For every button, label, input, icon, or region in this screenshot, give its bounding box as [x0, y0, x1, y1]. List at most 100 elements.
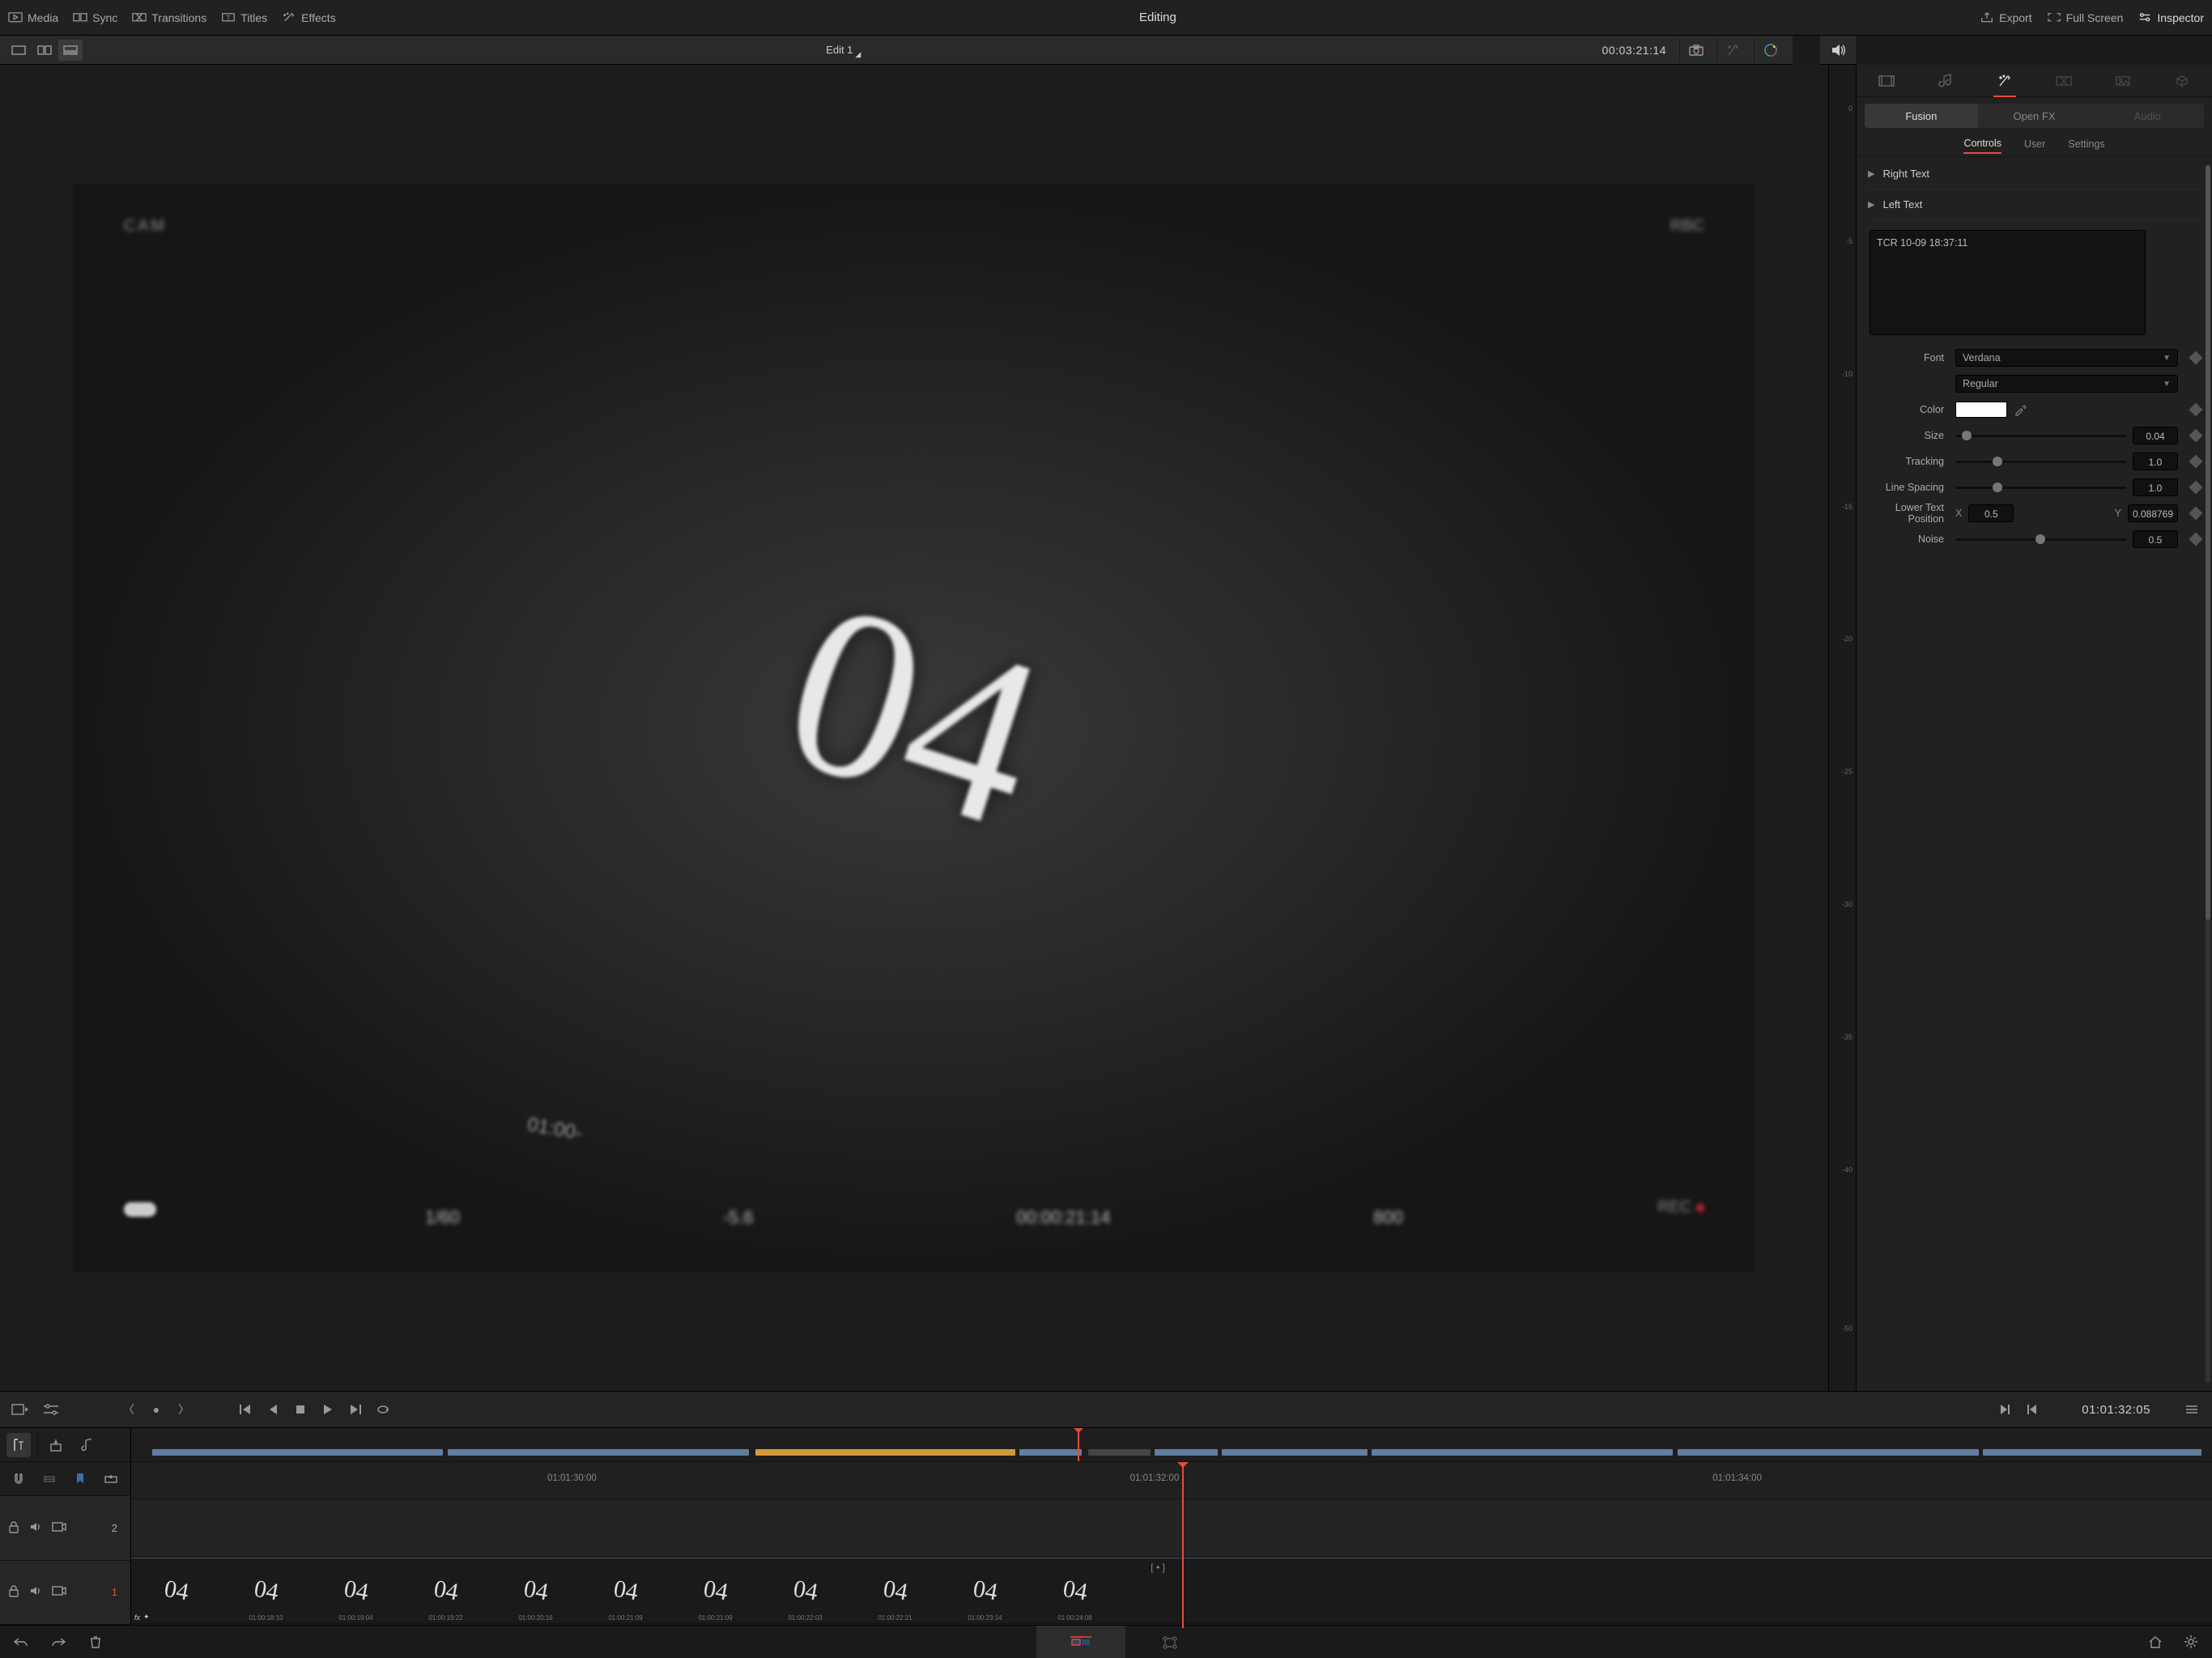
timeline-ruler[interactable]: 01:01:30:00 01:01:32:00 01:01:34:00	[131, 1462, 2212, 1499]
mute-button[interactable]	[1820, 36, 1856, 65]
lock-icon[interactable]	[8, 1584, 19, 1600]
snap-button[interactable]	[6, 1467, 31, 1491]
clip-thumbnail[interactable]: 0401:00:18:10	[221, 1558, 311, 1623]
linespacing-value[interactable]: 1.0	[2133, 478, 2178, 496]
tracking-value[interactable]: 1.0	[2133, 453, 2178, 470]
tracking-slider[interactable]	[1955, 461, 2126, 463]
viewer-panel[interactable]: CAM RBC 04 01:00- . 1/60 -5.6 00:00:21:1…	[0, 65, 1828, 1391]
keyframe-diamond-icon[interactable]	[2189, 351, 2203, 365]
subtab-settings[interactable]: Settings	[2068, 138, 2104, 153]
first-frame-button[interactable]	[233, 1398, 257, 1421]
tab-3d-icon[interactable]	[2164, 70, 2200, 92]
track-v1-header[interactable]: 1	[0, 1561, 130, 1626]
tab-effects-icon[interactable]	[1987, 70, 2023, 92]
eyedropper-icon[interactable]	[2014, 403, 2027, 416]
next-marker-button[interactable]: 〉	[172, 1398, 196, 1421]
clip-thumbnail[interactable]: 0401:00:19:04	[311, 1558, 401, 1623]
keyframe-diamond-icon[interactable]	[2189, 481, 2203, 495]
marker-tool-button[interactable]	[68, 1467, 92, 1491]
clip-thumbnail[interactable]: 0401:00:19:22	[401, 1558, 491, 1623]
noise-value[interactable]: 0.5	[2133, 530, 2178, 548]
step-back-button[interactable]	[261, 1398, 285, 1421]
effects-button[interactable]: Effects	[282, 11, 336, 24]
tab-fusion[interactable]: Fusion	[1865, 104, 1978, 128]
clip-thumbnail[interactable]: 0401:00:21:09	[670, 1558, 760, 1623]
text-input[interactable]	[1870, 230, 2146, 335]
snapshot-button[interactable]	[1679, 38, 1712, 62]
clip-thumbnail[interactable]: 0401:00:23:14	[940, 1558, 1030, 1623]
transport-menu-button[interactable]	[2180, 1398, 2204, 1421]
keyframe-diamond-icon[interactable]	[2189, 533, 2203, 546]
prev-marker-button[interactable]: 〈	[117, 1398, 141, 1421]
font-style-dropdown[interactable]: Regular▼	[1955, 375, 2178, 393]
size-slider[interactable]	[1955, 435, 2126, 437]
lowerpos-y-value[interactable]: 0.088769	[2128, 504, 2178, 522]
inspector-button[interactable]: Inspector	[2138, 11, 2204, 24]
subtab-controls[interactable]: Controls	[1963, 138, 2001, 154]
play-button[interactable]	[316, 1398, 340, 1421]
view-mode-2-button[interactable]	[32, 40, 57, 61]
subtab-user[interactable]: User	[2024, 138, 2045, 153]
tab-openfx[interactable]: Open FX	[1978, 104, 2091, 128]
keyframe-diamond-icon[interactable]	[2189, 429, 2203, 443]
tab-transition-icon[interactable]	[2046, 70, 2082, 92]
clip-thumbnail[interactable]: 0401:00:21:09	[581, 1558, 670, 1623]
font-dropdown[interactable]: Verdana▼	[1955, 349, 2178, 367]
track-v1[interactable]: 04fx✦0401:00:18:100401:00:19:040401:00:1…	[131, 1558, 2212, 1624]
size-value[interactable]: 0.04	[2133, 427, 2178, 444]
page-cut-button[interactable]	[1036, 1626, 1125, 1658]
keyframe-diamond-icon[interactable]	[2189, 455, 2203, 469]
lowerpos-x-value[interactable]: 0.5	[1968, 504, 2014, 522]
flag-tool-button[interactable]	[99, 1467, 123, 1491]
undo-button[interactable]	[10, 1631, 32, 1652]
loop-button[interactable]	[371, 1398, 395, 1421]
sync-button[interactable]: Sync	[73, 11, 117, 24]
timeline-playhead[interactable]	[1182, 1462, 1184, 1628]
audio-tool-button[interactable]	[75, 1433, 100, 1457]
viewer-timecode[interactable]: 00:03:21:14	[1602, 44, 1674, 57]
clip-thumbnail[interactable]: 0401:00:22:21	[850, 1558, 940, 1623]
linespacing-slider[interactable]	[1955, 487, 2126, 489]
clip-thumbnail[interactable]: 04fx✦	[131, 1558, 221, 1623]
inspector-body[interactable]: ▶ Right Text ▶ Left Text Font Verdana▼	[1857, 157, 2212, 1391]
keyframe-diamond-icon[interactable]	[2189, 507, 2203, 521]
settings-button[interactable]	[2180, 1631, 2202, 1652]
tab-audio[interactable]: Audio	[2091, 104, 2204, 128]
transport-timecode[interactable]: 01:01:32:05	[2082, 1403, 2150, 1417]
last-frame-button[interactable]	[343, 1398, 368, 1421]
link-tool-button[interactable]	[37, 1467, 62, 1491]
minimap-playhead[interactable]	[1078, 1428, 1079, 1461]
track-v2[interactable]	[131, 1499, 2212, 1558]
view-mode-3-button[interactable]	[58, 40, 83, 61]
color-swatch[interactable]	[1955, 402, 2007, 418]
next-edit-button[interactable]	[1993, 1398, 2017, 1421]
redo-button[interactable]	[47, 1631, 70, 1652]
noise-slider[interactable]	[1955, 538, 2126, 541]
view-mode-1-button[interactable]	[6, 40, 31, 61]
speaker-icon[interactable]	[29, 1585, 42, 1599]
video-icon[interactable]	[52, 1586, 66, 1598]
delete-button[interactable]	[84, 1631, 107, 1652]
clip-thumbnail[interactable]: 0401:00:22:03	[760, 1558, 850, 1623]
section-left-text[interactable]: ▶ Left Text	[1868, 189, 2201, 220]
video-icon[interactable]	[52, 1522, 66, 1534]
clip-thumbnail[interactable]: 0401:00:20:16	[491, 1558, 581, 1623]
export-button[interactable]: Export	[1980, 11, 2031, 24]
bypass-fx-button[interactable]	[1716, 38, 1749, 62]
media-button[interactable]: Media	[8, 11, 58, 24]
stop-button[interactable]	[288, 1398, 313, 1421]
transitions-button[interactable]: Transitions	[132, 11, 206, 24]
prev-edit-button[interactable]	[2020, 1398, 2044, 1421]
track-v2-header[interactable]: 2	[0, 1496, 130, 1561]
speaker-icon[interactable]	[29, 1521, 42, 1535]
keyframe-diamond-icon[interactable]	[2189, 403, 2203, 417]
insert-tool-button[interactable]	[45, 1433, 69, 1457]
home-button[interactable]	[2144, 1631, 2167, 1652]
timeline-minimap[interactable]	[131, 1428, 2212, 1462]
timeline-sliders-button[interactable]	[39, 1398, 63, 1421]
fullscreen-button[interactable]: Full Screen	[2047, 11, 2124, 24]
record-button[interactable]: ●	[144, 1398, 168, 1421]
color-wheel-button[interactable]	[1754, 38, 1786, 62]
page-edit-button[interactable]	[1125, 1626, 1214, 1658]
inspector-scrollbar[interactable]	[2206, 165, 2210, 1383]
